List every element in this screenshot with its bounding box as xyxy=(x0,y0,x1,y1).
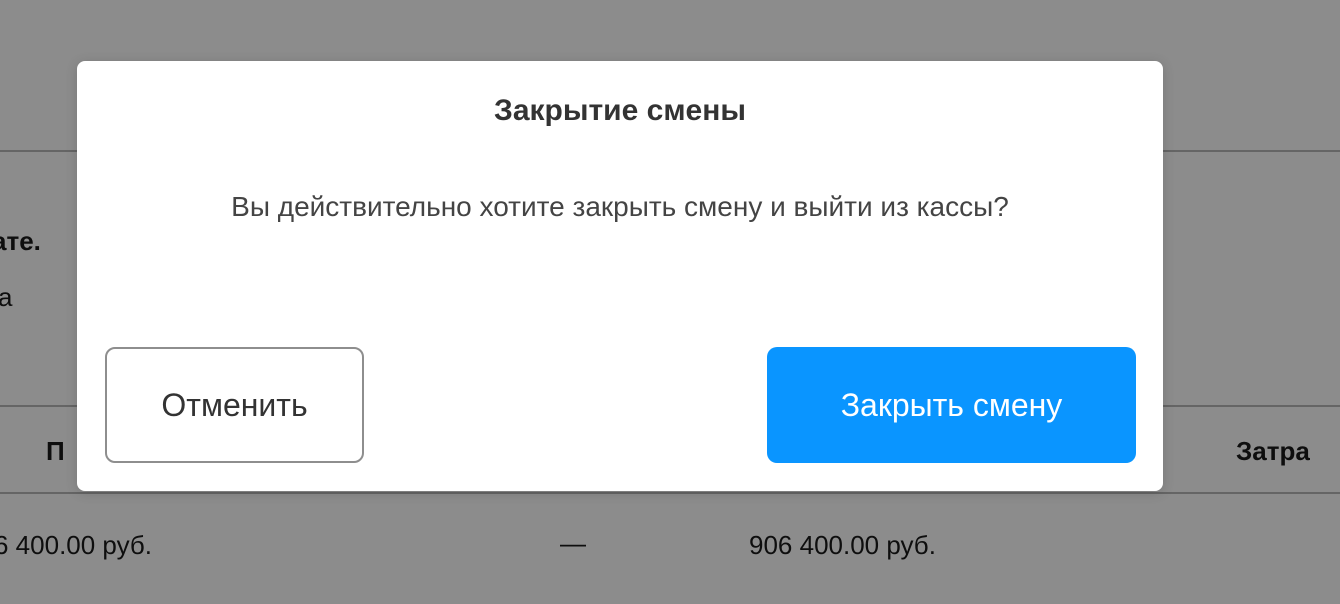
dialog-message: Вы действительно хотите закрыть смену и … xyxy=(231,191,1009,222)
dialog-title: Закрытие смены xyxy=(494,94,746,127)
page: ате. а П Затра 6 400.00 руб. — 906 400.0… xyxy=(0,0,1340,604)
close-shift-dialog: Закрытие смены Вы действительно хотите з… xyxy=(77,61,1163,491)
close-shift-button[interactable]: Закрыть смену xyxy=(767,347,1136,463)
cancel-button[interactable]: Отменить xyxy=(105,347,364,463)
